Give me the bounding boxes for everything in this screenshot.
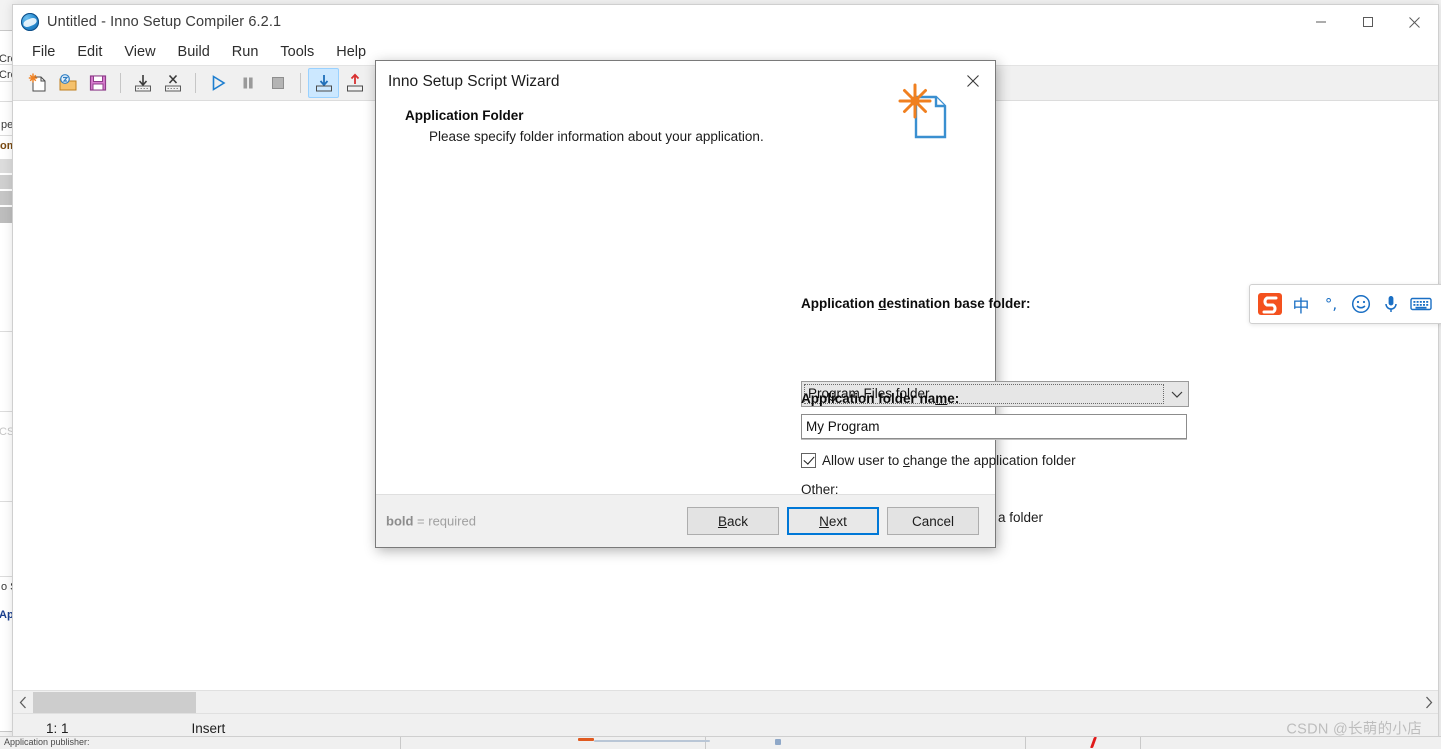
ime-mode-label: 中 (1292, 296, 1310, 317)
dialog-footer: bold = required Back Next Cancel (376, 494, 995, 547)
allow-user-change-folder-checkbox[interactable] (801, 453, 816, 468)
chevron-right-icon[interactable] (1418, 692, 1438, 713)
insert-mode-indicator: Insert (191, 720, 226, 736)
sogou-ime-toolbar: 中 °, (1249, 284, 1441, 324)
new-document-star-icon (889, 79, 959, 149)
close-icon[interactable] (953, 63, 993, 99)
stop-icon[interactable] (263, 69, 292, 97)
button-accelerator: N (819, 513, 829, 529)
label-accelerator: m (935, 391, 948, 406)
base-folder-label: Application destination base folder: (801, 296, 1031, 311)
menu-run[interactable]: Run (221, 42, 270, 62)
button-accelerator: B (717, 513, 727, 529)
background-mark (1089, 737, 1098, 748)
background-mark (578, 738, 594, 741)
ime-language-mode[interactable]: 中 (1286, 289, 1316, 319)
chevron-left-icon[interactable] (13, 692, 33, 713)
caret-position: 1: 1 (46, 720, 69, 736)
maximize-icon[interactable] (1344, 5, 1391, 39)
label-part: Application (801, 296, 879, 311)
allow-user-change-folder-checkbox-row[interactable]: Allow user to change the application fol… (801, 453, 1076, 468)
label-accelerator: d (878, 296, 887, 311)
account-icon[interactable] (1436, 289, 1441, 319)
run-icon[interactable] (203, 69, 232, 97)
scrollbar-thumb[interactable] (33, 691, 196, 713)
upload-icon[interactable] (340, 69, 369, 97)
button-label: Cancel (911, 513, 955, 529)
pause-icon[interactable] (233, 69, 262, 97)
close-icon[interactable] (1391, 5, 1438, 39)
menu-edit[interactable]: Edit (66, 42, 113, 62)
label-part: e: (947, 391, 960, 406)
ime-punctuation-mode[interactable]: °, (1316, 289, 1346, 319)
page-title: Application Folder (405, 108, 524, 123)
import-icon[interactable] (128, 69, 157, 97)
background-bottom-strip: Application publisher: (0, 736, 1441, 749)
menu-tools[interactable]: Tools (269, 42, 325, 62)
label-part: Allow user to (822, 453, 904, 468)
background-bottom-label: Application publisher: (4, 737, 90, 747)
keyboard-icon[interactable] (1406, 289, 1436, 319)
button-label: ext (828, 513, 847, 529)
folder-name-label: Application folder name: (801, 391, 959, 406)
menu-view[interactable]: View (113, 42, 166, 62)
background-divider (705, 737, 706, 749)
new-file-icon[interactable] (23, 69, 52, 97)
menu-build[interactable]: Build (167, 42, 221, 62)
dialog-body: Application destination base folder: Pro… (376, 166, 1189, 525)
label-accelerator: c (903, 453, 910, 468)
menu-file[interactable]: File (21, 42, 66, 62)
back-button[interactable]: Back (687, 507, 779, 535)
screen: Crea Crea pe om CS o S App Untitled - In… (0, 0, 1441, 749)
background-divider (400, 737, 401, 749)
dialog-title: Inno Setup Script Wizard (388, 73, 560, 90)
compile-icon[interactable] (308, 68, 339, 98)
required-note: bold = required (386, 514, 476, 529)
button-label: ack (727, 513, 749, 529)
microphone-icon[interactable] (1376, 289, 1406, 319)
background-mark (594, 740, 710, 742)
window-controls (1297, 5, 1438, 39)
dialog-buttons: Back Next Cancel (687, 507, 979, 535)
title-bar: Untitled - Inno Setup Compiler 6.2.1 (13, 5, 1438, 39)
label-part: hange the application folder (909, 453, 1076, 468)
label-part: Application folder na (801, 391, 936, 406)
clear-icon[interactable] (158, 69, 187, 97)
inno-setup-script-wizard-dialog: Inno Setup Script Wizard Application Fol… (375, 60, 1189, 548)
open-file-icon[interactable] (53, 69, 82, 97)
label-part: estination base folder: (886, 296, 1031, 311)
toolbar-separator (195, 73, 196, 93)
minimize-icon[interactable] (1297, 5, 1344, 39)
menu-help[interactable]: Help (325, 42, 377, 62)
save-file-icon[interactable] (83, 69, 112, 97)
allow-user-change-folder-label: Allow user to change the application fol… (822, 453, 1076, 468)
page-subtitle: Please specify folder information about … (429, 129, 764, 144)
cancel-button[interactable]: Cancel (887, 507, 979, 535)
chevron-down-icon[interactable] (1166, 383, 1188, 405)
horizontal-scrollbar[interactable] (13, 690, 1438, 713)
next-button[interactable]: Next (787, 507, 879, 535)
smiley-icon[interactable] (1346, 289, 1376, 319)
background-mark (775, 739, 781, 745)
folder-name-input[interactable]: My Program (801, 414, 1187, 439)
background-divider (1140, 737, 1141, 749)
window-title: Untitled - Inno Setup Compiler 6.2.1 (47, 14, 282, 30)
toolbar-separator (120, 73, 121, 93)
required-note-rest: = required (413, 513, 476, 529)
background-divider (1025, 737, 1026, 749)
dialog-header: Application Folder Please specify folder… (376, 83, 995, 166)
ime-punctuation-label: °, (1324, 295, 1338, 313)
required-note-bold: bold (386, 513, 414, 529)
sogou-ime-logo[interactable] (1256, 291, 1284, 317)
scrollbar-track[interactable] (33, 691, 1418, 713)
toolbar-separator (300, 73, 301, 93)
inno-setup-globe-icon (21, 13, 39, 31)
